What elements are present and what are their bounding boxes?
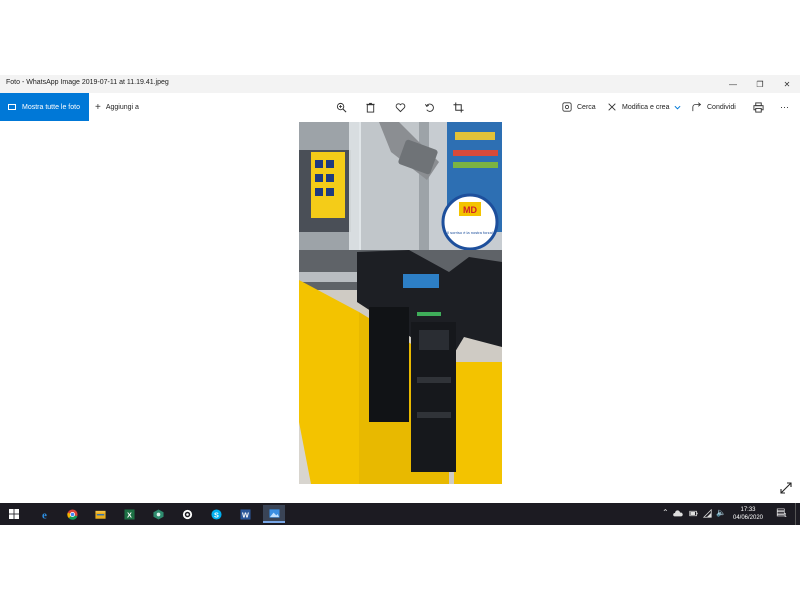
chevron-down-icon: [674, 105, 681, 110]
zoom-in-icon: [336, 102, 346, 112]
taskbar-app[interactable]: [149, 505, 167, 523]
start-button[interactable]: [5, 505, 23, 523]
wifi-icon[interactable]: [703, 509, 712, 518]
app-icon: [152, 508, 164, 520]
taskbar-skype[interactable]: S: [207, 505, 225, 523]
share-label: Condividi: [707, 103, 736, 111]
search-button[interactable]: Cerca: [562, 93, 596, 121]
more-options-button[interactable]: ···: [780, 93, 789, 121]
show-all-photos-button[interactable]: Mostra tutte le foto: [0, 93, 89, 121]
minimize-button[interactable]: —: [720, 75, 746, 93]
edit-create-icon: [608, 103, 616, 111]
toolbar: Mostra tutte le foto + Aggiungi a Cerca …: [0, 93, 800, 121]
taskbar-photos-active[interactable]: [263, 505, 285, 523]
show-hidden-icons-chevron[interactable]: ⌃: [662, 508, 669, 517]
delete-icon: [365, 102, 375, 113]
crop-button[interactable]: [451, 100, 465, 114]
photos-icon: [268, 508, 280, 518]
photos-grid-icon: [8, 104, 16, 110]
maximize-button[interactable]: ❐: [747, 75, 773, 93]
close-button[interactable]: ✕: [774, 75, 800, 93]
delete-button[interactable]: [363, 100, 377, 114]
taskbar-word[interactable]: W: [236, 505, 254, 523]
crop-icon: [452, 101, 464, 113]
sign-brand-text: MD: [463, 205, 477, 215]
windows-start-icon: [9, 509, 19, 519]
rotate-button[interactable]: [422, 100, 436, 114]
checkout-machine-photo: MD Il sorriso è la nostra forza!: [299, 122, 502, 484]
print-button[interactable]: [751, 100, 765, 114]
rotate-icon: [424, 103, 434, 112]
share-button[interactable]: Condividi: [692, 93, 736, 121]
clock-time: 17:33: [740, 507, 756, 513]
share-icon: [692, 102, 702, 112]
plus-icon: +: [95, 101, 101, 113]
settings-app-icon: [182, 509, 192, 519]
svg-text:e: e: [42, 509, 47, 519]
chrome-icon: [66, 508, 78, 520]
windows-taskbar: e X S W ⌃ 🔈 17:33 04/06/2020 ▤ 1: [0, 503, 800, 525]
search-label: Cerca: [577, 103, 596, 111]
taskbar-settings-app[interactable]: [178, 505, 196, 523]
edit-create-button[interactable]: Modifica e crea: [607, 93, 681, 121]
add-to-button[interactable]: + Aggiungi a: [95, 93, 139, 121]
favorite-button[interactable]: [393, 100, 407, 114]
onedrive-cloud-icon[interactable]: [673, 510, 683, 517]
taskbar-chrome[interactable]: [63, 505, 81, 523]
edge-icon: e: [42, 509, 47, 519]
word-icon: W: [239, 508, 251, 519]
show-all-photos-label: Mostra tutte le foto: [22, 103, 80, 111]
clock-date: 04/06/2020: [732, 515, 764, 521]
folder-icon: [94, 510, 106, 519]
svg-text:S: S: [214, 510, 219, 519]
taskbar-file-explorer[interactable]: [91, 505, 109, 523]
printer-icon: [752, 101, 764, 113]
volume-icon[interactable]: 🔈: [716, 508, 726, 517]
photos-app-window: Foto - WhatsApp Image 2019-07-11 at 11.1…: [0, 75, 800, 525]
sign-slogan-text: Il sorriso è la nostra forza!: [447, 230, 493, 235]
battery-icon[interactable]: [689, 509, 698, 518]
excel-icon: X: [123, 508, 135, 519]
show-desktop-divider[interactable]: [795, 503, 796, 525]
skype-icon: S: [210, 508, 222, 520]
svg-text:X: X: [127, 510, 132, 519]
heart-icon: [395, 102, 405, 112]
search-icon: [562, 102, 572, 112]
edit-create-label: Modifica e crea: [622, 103, 670, 111]
fullscreen-expand-icon[interactable]: [779, 481, 793, 495]
svg-text:W: W: [242, 510, 249, 519]
title-bar: Foto - WhatsApp Image 2019-07-11 at 11.1…: [0, 75, 800, 93]
add-to-label: Aggiungi a: [105, 103, 139, 111]
zoom-in-button[interactable]: [334, 100, 348, 114]
taskbar-edge[interactable]: e: [35, 505, 53, 523]
notification-count: 1: [784, 513, 787, 519]
action-center-button[interactable]: ▤ 1: [776, 507, 790, 521]
taskbar-excel[interactable]: X: [120, 505, 138, 523]
window-title: Foto - WhatsApp Image 2019-07-11 at 11.1…: [6, 79, 169, 86]
photo-viewer-image[interactable]: MD Il sorriso è la nostra forza!: [299, 122, 502, 484]
system-clock[interactable]: 17:33 04/06/2020: [727, 506, 769, 522]
